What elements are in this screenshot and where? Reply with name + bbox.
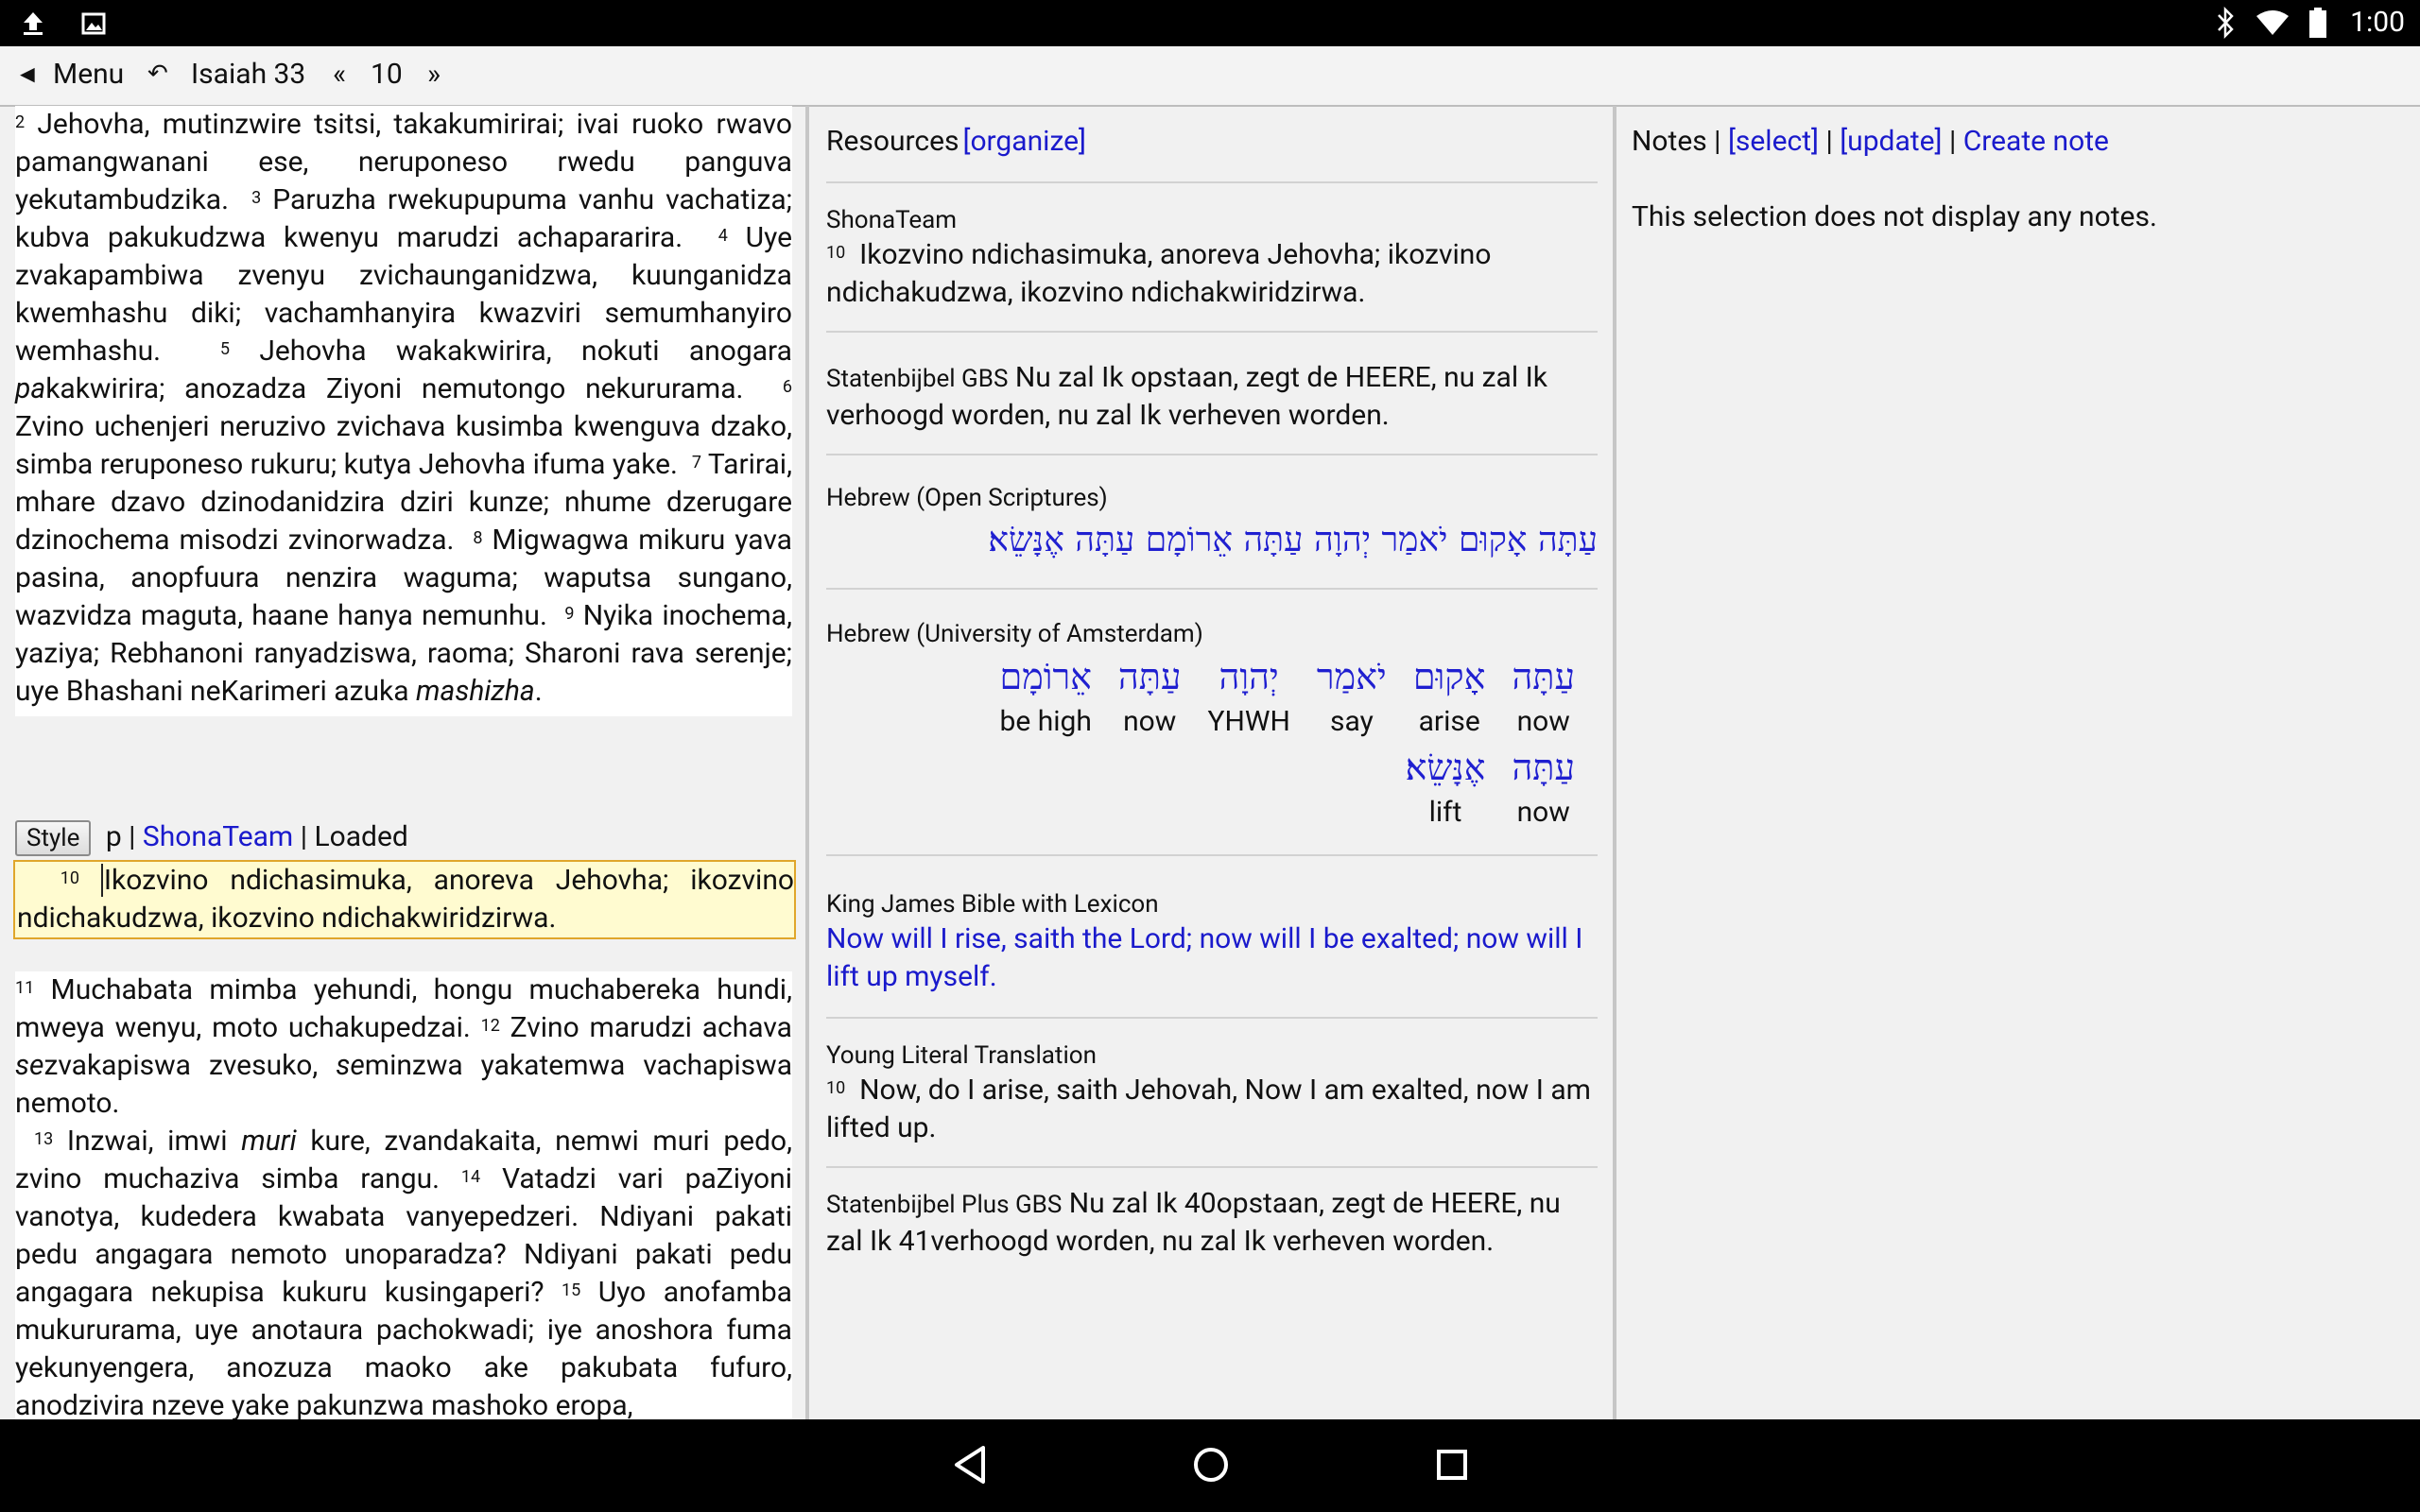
back-nav-icon[interactable] <box>951 1444 989 1489</box>
verse-paragraph: 11 Muchabata mimba yehundi, hongu muchab… <box>15 973 793 1120</box>
load-status: Loaded <box>314 820 408 853</box>
interlinear-word[interactable]: אֶנָּשֵׂא׃ lift <box>1406 741 1486 832</box>
resources-header: Resources [organize] <box>826 106 1598 183</box>
interlinear-word[interactable]: אָקוּם arise <box>1413 650 1486 741</box>
history-icon[interactable]: ↶ <box>147 60 168 88</box>
menu-button[interactable]: Menu <box>53 58 124 91</box>
verse-edit-box[interactable]: 10 Ikozvino ndichasimuka, anoreva Jehovh… <box>13 860 796 939</box>
status-time: 1:00 <box>2350 6 2405 39</box>
interlinear-word[interactable]: יְהוָה YHWH <box>1207 650 1289 741</box>
resource-statenbijbel-plus: Statenbijbel Plus GBS Nu zal Ik 40opstaa… <box>826 1168 1598 1280</box>
interlinear-word[interactable]: עַתָּה now <box>1512 741 1575 832</box>
navigation-toolbar: ◄ Menu ↶ Isaiah 33 « 10 » <box>0 46 2420 107</box>
resource-statenbijbel: Statenbijbel GBS Nu zal Ik opstaan, zegt… <box>826 333 1598 455</box>
bluetooth-icon <box>2216 6 2237 39</box>
interlinear-word[interactable]: עַתָּה now <box>1512 650 1575 741</box>
interlinear-word[interactable]: עַתָּה now <box>1118 650 1182 741</box>
resource-text: Statenbijbel GBS Nu zal Ik opstaan, zegt… <box>826 361 1547 432</box>
interlinear-word[interactable]: יֹאמַר say <box>1317 650 1387 741</box>
resource-text: 10 Ikozvino ndichasimuka, anoreva Jehovh… <box>826 238 1492 309</box>
preceding-verses: 2 Jehovha, mutinzwire tsitsi, takakumiri… <box>15 106 792 716</box>
resource-title: Hebrew (University of Amsterdam) <box>826 620 1203 648</box>
style-button[interactable]: Style <box>15 820 92 856</box>
separator: | <box>1948 125 1957 158</box>
paragraph-style-row: Style p | ShonaTeam | Loaded <box>15 818 792 856</box>
next-verse-button[interactable]: » <box>427 58 441 91</box>
wifi-icon <box>2256 9 2290 37</box>
verse-number: 10 <box>60 868 79 888</box>
resource-title: ShonaTeam <box>826 206 958 234</box>
resource-title: Young Literal Translation <box>826 1041 1097 1070</box>
upload-icon <box>19 9 47 38</box>
battery-icon <box>2308 7 2327 39</box>
separator: | <box>129 820 136 853</box>
notes-pane: Notes | [select] | [update] | Create not… <box>1616 106 2420 1419</box>
resource-title: Hebrew (Open Scriptures) <box>826 484 1108 512</box>
interlinear-word[interactable]: אֵרוֹמָם be high <box>999 650 1091 741</box>
resource-hebrew-amsterdam: Hebrew (University of Amsterdam) עַתָּה n… <box>826 590 1598 856</box>
update-notes-link[interactable]: [update] <box>1840 125 1942 158</box>
verse-selector[interactable]: 10 <box>371 58 403 91</box>
separator: | <box>300 820 308 853</box>
status-bar: 1:00 <box>0 0 2420 46</box>
resource-text: 10 Now, do I arise, saith Jehovah, Now I… <box>826 1074 1591 1144</box>
book-chapter-selector[interactable]: Isaiah 33 <box>191 58 305 91</box>
back-arrow-icon[interactable]: ◄ <box>15 60 40 89</box>
paragraph-tag: p <box>105 820 122 853</box>
resource-text: Statenbijbel Plus GBS Nu zal Ik 40opstaa… <box>826 1187 1561 1258</box>
resources-label: Resources <box>826 125 959 158</box>
system-navigation-bar <box>0 1419 2420 1512</box>
select-notes-link[interactable]: [select] <box>1728 125 1819 158</box>
recents-nav-icon[interactable] <box>1433 1444 1471 1489</box>
notes-label: Notes <box>1632 125 1707 158</box>
resources-pane[interactable]: Resources [organize] ShonaTeam 10 Ikozvi… <box>809 106 1613 1419</box>
organize-link[interactable]: [organize] <box>962 125 1086 158</box>
interlinear-grid: עַתָּה now אָקוּם arise יֹאמַר say יְהוָה YH… <box>926 650 1588 832</box>
resource-shonateam: ShonaTeam 10 Ikozvino ndichasimuka, anor… <box>826 183 1598 333</box>
verse-paragraph: 13 Inzwai, imwi muri kure, zvandakaita, … <box>15 1125 793 1419</box>
shonateam-link[interactable]: ShonaTeam <box>143 820 293 853</box>
image-icon <box>79 9 108 38</box>
previous-verse-button[interactable]: « <box>333 58 346 91</box>
notes-empty-message: This selection does not display any note… <box>1632 200 2157 233</box>
verse-edit-text[interactable]: Ikozvino ndichasimuka, anoreva Jehovha; … <box>17 864 794 935</box>
resource-hebrew-open-scriptures: Hebrew (Open Scriptures) עַתָּה אָקוּם י… <box>826 455 1598 590</box>
hebrew-text[interactable]: עַתָּה אָקוּם יֹאמַר יְהוָה עַתָּה אֵרוֹ… <box>826 514 1598 567</box>
kjv-verse-link[interactable]: Now will I rise, saith the Lord; now wil… <box>826 920 1598 996</box>
home-nav-icon[interactable] <box>1191 1444 1231 1489</box>
resource-kjv-lexicon: King James Bible with Lexicon Now will I… <box>826 856 1598 1019</box>
create-note-link[interactable]: Create note <box>1963 125 2109 158</box>
separator: | <box>1714 125 1721 158</box>
following-verses: 11 Muchabata mimba yehundi, hongu muchab… <box>15 971 792 1419</box>
resource-title: King James Bible with Lexicon <box>826 890 1159 919</box>
resource-young-literal: Young Literal Translation 10 Now, do I a… <box>826 1019 1598 1168</box>
scripture-text-pane[interactable]: 2 Jehovha, mutinzwire tsitsi, takakumiri… <box>0 106 805 1419</box>
notes-header: Notes | [select] | [update] | Create not… <box>1632 123 2109 161</box>
separator: | <box>1825 125 1833 158</box>
